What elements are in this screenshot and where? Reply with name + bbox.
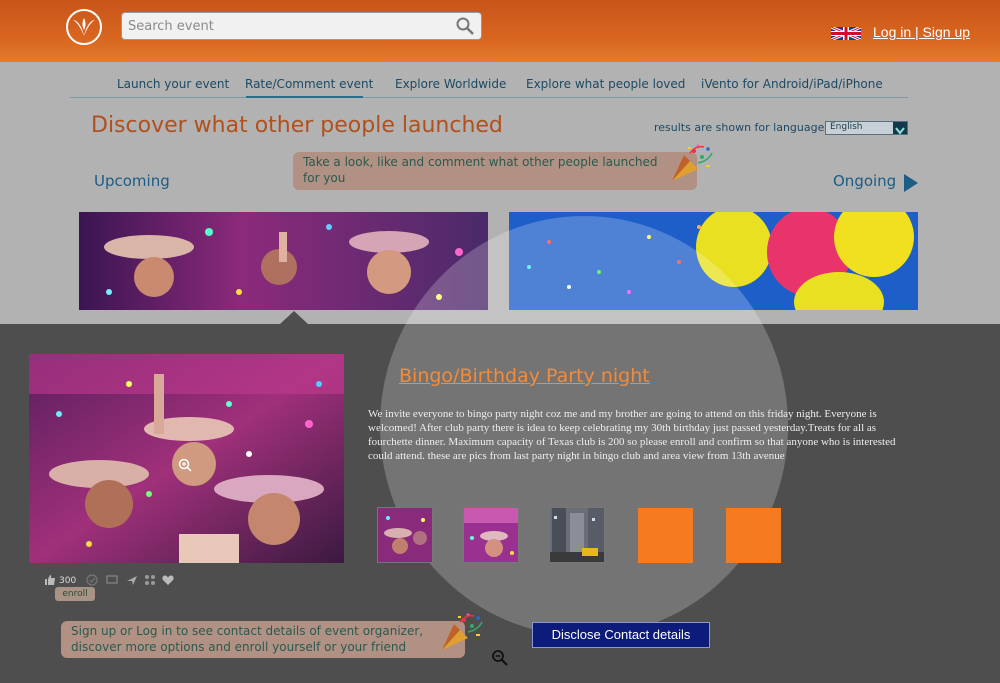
- search-box: [121, 12, 482, 40]
- grid-icon[interactable]: [144, 574, 156, 586]
- zoom-out-icon[interactable]: [491, 649, 509, 667]
- nav-mobile-apps[interactable]: iVento for Android/iPad/iPhone: [701, 77, 883, 91]
- event-description: We invite everyone to bingo party night …: [368, 408, 896, 462]
- party-popper-icon: [672, 144, 713, 181]
- thumbnail-placeholder-1[interactable]: [638, 508, 693, 563]
- zoom-in-icon[interactable]: [178, 458, 192, 472]
- thumbnail-placeholder-2[interactable]: [726, 508, 781, 563]
- tip-bubble: Take a look, like and comment what other…: [293, 152, 697, 190]
- ivento-logo-icon[interactable]: [66, 9, 102, 45]
- language-select[interactable]: English: [825, 121, 908, 135]
- enroll-button[interactable]: enroll: [55, 587, 95, 601]
- search-icon[interactable]: [455, 16, 475, 36]
- play-arrow-icon[interactable]: [904, 174, 918, 192]
- comment-icon[interactable]: [106, 574, 118, 586]
- thumbnail-party-1[interactable]: [377, 507, 433, 563]
- top-header-bar: Log in | Sign up: [0, 0, 1000, 62]
- uk-flag-icon[interactable]: [831, 27, 861, 40]
- upcoming-link[interactable]: Upcoming: [94, 172, 170, 190]
- nav-rate-comment-event[interactable]: Rate/Comment event: [245, 77, 373, 91]
- nav-active-indicator: [246, 96, 363, 98]
- like-count: 300: [59, 576, 77, 586]
- tip-line-2: for you: [303, 171, 346, 185]
- nav-launch-event[interactable]: Launch your event: [117, 77, 229, 91]
- search-input[interactable]: [128, 16, 448, 36]
- ongoing-link[interactable]: Ongoing: [833, 172, 896, 190]
- check-circle-icon[interactable]: [86, 574, 98, 586]
- signup-line-2: discover more options and enroll yoursel…: [71, 640, 407, 654]
- tip-line-1: Take a look, like and comment what other…: [303, 155, 658, 169]
- plane-icon[interactable]: [126, 574, 138, 586]
- thumbnail-city-avenue[interactable]: [549, 507, 605, 563]
- event-title-link[interactable]: Bingo/Birthday Party night: [399, 365, 650, 387]
- nav-divider: [70, 97, 908, 98]
- language-select-value: English: [830, 122, 863, 132]
- nav-explore-loved[interactable]: Explore what people loved: [526, 77, 685, 91]
- thumbs-up-icon[interactable]: [44, 574, 56, 586]
- chevron-down-icon[interactable]: [893, 122, 907, 135]
- signup-line-1: Sign up or Log in to see contact details…: [71, 624, 424, 638]
- signup-prompt-bubble: Sign up or Log in to see contact details…: [61, 621, 465, 658]
- nav-explore-worldwide[interactable]: Explore Worldwide: [395, 77, 506, 91]
- language-label: results are shown for language: [654, 121, 825, 134]
- disclose-contact-button[interactable]: Disclose Contact details: [532, 622, 710, 648]
- thumbnail-party-2[interactable]: [463, 507, 519, 563]
- login-signup-link[interactable]: Log in | Sign up: [873, 24, 970, 40]
- party-popper-icon: [442, 613, 483, 650]
- heart-icon[interactable]: [162, 574, 174, 586]
- popup-pointer: [280, 311, 308, 324]
- page-title: Discover what other people launched: [91, 113, 503, 138]
